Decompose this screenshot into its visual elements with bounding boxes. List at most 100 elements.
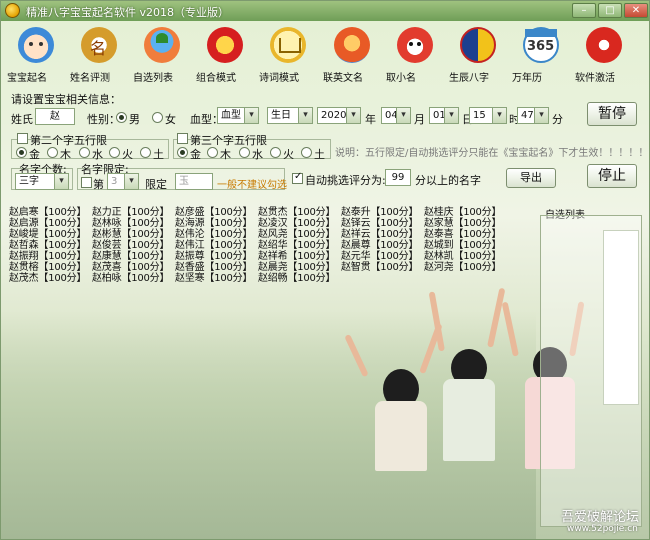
result-name-item[interactable]: 赵泰升【100分】 (341, 207, 418, 218)
tool-bazi[interactable]: 生辰八字 (449, 27, 507, 85)
result-name-item[interactable]: 赵海源【100分】 (175, 218, 252, 229)
result-name-item[interactable]: 赵茂喜【100分】 (92, 262, 169, 273)
year-select[interactable]: 2020 (317, 107, 361, 124)
maximize-button[interactable]: □ (598, 3, 622, 18)
result-name-item[interactable]: 赵振尊【100分】 (175, 251, 252, 262)
result-name-item[interactable]: 赵智贯【100分】 (341, 262, 418, 273)
result-name-item[interactable]: 赵河尧【100分】 (424, 262, 501, 273)
second-element-earth-radio[interactable] (140, 147, 151, 158)
export-button[interactable]: 导出 (506, 168, 556, 188)
window-controls: – □ ✕ (572, 3, 648, 19)
result-name-item[interactable]: 赵柏咏【100分】 (92, 273, 169, 284)
auto-pick-score-input[interactable]: 99 (385, 169, 411, 186)
result-name-item[interactable]: 赵坚寒【100分】 (175, 273, 252, 284)
stop-button[interactable]: 停止 (587, 164, 637, 188)
watermark-url: www.52pojie.cn (567, 524, 638, 534)
result-name-item[interactable]: 赵彬慧【100分】 (92, 229, 169, 240)
auto-pick-label: 自动挑选评分为: (305, 172, 386, 188)
tool-label: 姓名评测 (70, 69, 110, 84)
result-name-item[interactable]: 赵祥云【100分】 (341, 229, 418, 240)
result-name-item[interactable]: 赵伟江【100分】 (175, 240, 252, 251)
result-name-item[interactable]: 赵林凯【100分】 (424, 251, 501, 262)
result-name-item[interactable]: 赵林咏【100分】 (92, 218, 169, 229)
limit-position-select[interactable]: 3 (107, 173, 139, 190)
gender-female-radio[interactable] (152, 112, 163, 123)
third-element-fire-radio[interactable] (270, 147, 281, 158)
tool-english-name[interactable]: 联英文名 (323, 27, 381, 85)
tool-combo-mode[interactable]: 组合模式 (196, 27, 254, 85)
name-count-select[interactable]: 三字 (15, 173, 69, 190)
minute-select[interactable]: 47 (517, 107, 549, 124)
tool-custom-list[interactable]: 自选列表 (133, 27, 191, 85)
limit-char-input[interactable]: 玉 (175, 173, 213, 190)
third-char-limit-checkbox[interactable] (177, 133, 188, 144)
gender-female-label: 女 (165, 111, 176, 127)
result-name-item[interactable]: 赵哲森【100分】 (9, 240, 86, 251)
selected-list-box[interactable] (603, 230, 639, 405)
second-element-wood-radio[interactable] (47, 147, 58, 158)
result-name-item[interactable]: 赵贯榕【100分】 (9, 262, 86, 273)
minimize-button[interactable]: – (572, 3, 596, 18)
second-element-metal-radio[interactable] (16, 147, 27, 158)
result-name-item[interactable]: 赵祥希【100分】 (258, 251, 335, 262)
month-select[interactable]: 04 (381, 107, 411, 124)
result-name-item[interactable]: 赵桂庆【100分】 (424, 207, 501, 218)
gender-male-radio[interactable] (116, 112, 127, 123)
yin-yang-icon (460, 27, 496, 63)
result-name-item[interactable]: 赵彦盛【100分】 (175, 207, 252, 218)
lock-icon (586, 27, 622, 63)
second-element-fire-radio[interactable] (109, 147, 120, 158)
tool-activate[interactable]: 软件激活 (575, 27, 633, 85)
result-name-item[interactable]: 赵晨尧【100分】 (258, 262, 335, 273)
gender-male-label: 男 (129, 111, 140, 127)
tool-label: 联英文名 (323, 69, 363, 84)
result-name-item[interactable]: 赵绍畅【100分】 (258, 273, 335, 284)
third-element-water-radio[interactable] (239, 147, 250, 158)
name-limit-checkbox[interactable] (81, 177, 92, 188)
result-name-item[interactable]: 赵俊芸【100分】 (92, 240, 169, 251)
day-select[interactable]: 01 (429, 107, 459, 124)
tool-calendar[interactable]: 万年历 (512, 27, 570, 85)
result-name-item[interactable]: 赵泰喜【100分】 (424, 229, 501, 240)
tool-name-test[interactable]: 姓名评测 (70, 27, 128, 85)
tool-baby-naming[interactable]: 宝宝起名 (7, 27, 65, 85)
third-element-earth-radio[interactable] (301, 147, 312, 158)
result-name-item[interactable]: 赵家慧【100分】 (424, 218, 501, 229)
name-test-icon (81, 27, 117, 63)
hour-select[interactable]: 15 (469, 107, 507, 124)
result-name-item[interactable]: 赵康慧【100分】 (92, 251, 169, 262)
second-char-limit-checkbox[interactable] (17, 133, 28, 144)
result-name-item[interactable]: 赵凌汉【100分】 (258, 218, 335, 229)
element-label: 木 (220, 146, 231, 162)
close-button[interactable]: ✕ (624, 3, 648, 18)
tool-label: 自选列表 (133, 69, 173, 84)
result-name-item[interactable]: 赵振翔【100分】 (9, 251, 86, 262)
combo-icon (207, 27, 243, 63)
result-name-item[interactable]: 赵城到【100分】 (424, 240, 501, 251)
result-name-item[interactable]: 赵峻堤【100分】 (9, 229, 86, 240)
element-label: 木 (60, 146, 71, 162)
result-name-item[interactable]: 赵启源【100分】 (9, 218, 86, 229)
result-name-item[interactable]: 赵元华【100分】 (341, 251, 418, 262)
result-name-item[interactable]: 赵铎云【100分】 (341, 218, 418, 229)
surname-input[interactable]: 赵 (35, 108, 75, 125)
auto-pick-checkbox[interactable] (292, 173, 303, 184)
result-name-item[interactable]: 赵晨尊【100分】 (341, 240, 418, 251)
result-name-item[interactable]: 赵绍华【100分】 (258, 240, 335, 251)
tool-poem-mode[interactable]: 诗词模式 (259, 27, 317, 85)
second-element-water-radio[interactable] (79, 147, 90, 158)
result-name-item[interactable]: 赵伟沦【100分】 (175, 229, 252, 240)
result-name-item[interactable]: 赵茂杰【100分】 (9, 273, 86, 284)
blood-type-select[interactable]: 血型 (217, 107, 259, 124)
third-element-wood-radio[interactable] (207, 147, 218, 158)
result-name-item[interactable]: 赵启寒【100分】 (9, 207, 86, 218)
result-name-item[interactable]: 赵贯杰【100分】 (258, 207, 335, 218)
birth-type-select[interactable]: 生日 (267, 107, 313, 124)
third-element-metal-radio[interactable] (177, 147, 188, 158)
result-name-item[interactable]: 赵香盛【100分】 (175, 262, 252, 273)
pause-button[interactable]: 暂停 (587, 102, 637, 126)
result-name-item[interactable]: 赵力正【100分】 (92, 207, 169, 218)
element-label: 水 (92, 146, 103, 162)
tool-nickname[interactable]: 取小名 (386, 27, 444, 85)
result-name-item[interactable]: 赵风尧【100分】 (258, 229, 335, 240)
